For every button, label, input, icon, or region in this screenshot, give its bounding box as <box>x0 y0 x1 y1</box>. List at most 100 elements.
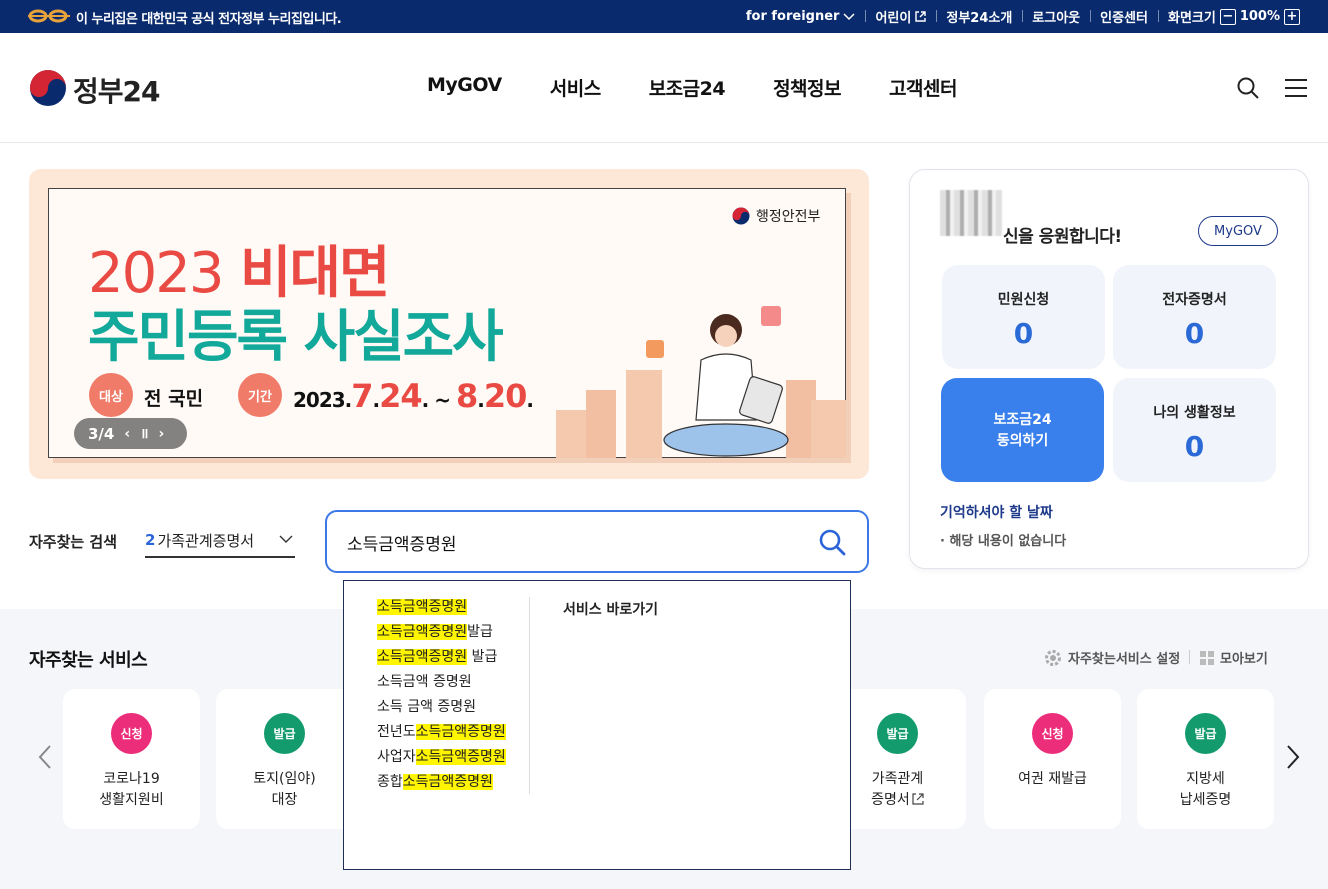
service-card-passport-reissue[interactable]: 신청 여권 재발급 <box>984 689 1121 829</box>
issue-badge: 발급 <box>1185 713 1226 754</box>
period-end-month: 8 <box>455 377 478 415</box>
period-pill: 기간 <box>238 373 282 417</box>
period-sep-2: . <box>477 388 485 412</box>
view-all-label: 모아보기 <box>1220 652 1268 667</box>
suggestion-highlight: 소득금액증명원 <box>377 624 468 640</box>
for-foreigner-link[interactable]: for foreigner <box>736 9 866 24</box>
taegeuk-small-icon <box>732 207 750 225</box>
service-card-local-tax[interactable]: 발급 지방세 납세증명 <box>1137 689 1274 829</box>
period-end-dot: . <box>526 388 534 412</box>
gov-notice-bar: 이 누리집은 대한민국 공식 전자정부 누리집입니다. for foreigne… <box>0 0 1328 33</box>
banner-org-label: 행정안전부 <box>756 209 821 225</box>
cheer-message: 신을 응원합니다! <box>1003 227 1122 247</box>
for-foreigner-label: for foreigner <box>745 9 840 24</box>
nav-services[interactable]: 서비스 <box>526 74 625 101</box>
civil-application-count: 0 <box>1013 317 1034 350</box>
subsidy24-consent-label: 보조금24 동의하기 <box>941 410 1104 452</box>
banner-headline-2: 주민등록 사실조사 <box>88 305 504 370</box>
suggestion-prefix: 소득 금액 증명원 <box>377 699 477 715</box>
nav-subsidy24[interactable]: 보조금24 <box>625 74 749 101</box>
service-name: 여권 재발급 <box>1018 771 1087 787</box>
screen-size-label: 화면크기 <box>1167 11 1216 26</box>
kids-link[interactable]: 어린이 <box>865 7 936 26</box>
services-divider <box>1189 650 1190 664</box>
suggestion-list: 소득금액증명원 소득금액증명원발급 소득금액증명원 발급 소득금액 증명원 소득… <box>377 597 506 797</box>
suggestion-item[interactable]: 소득금액증명원 <box>377 597 506 622</box>
nav-policy-info[interactable]: 정책정보 <box>749 74 865 101</box>
chevron-down-icon <box>279 535 293 543</box>
suggestion-item[interactable]: 사업자소득금액증명원 <box>377 747 506 772</box>
e-certificate-label: 전자증명서 <box>1162 292 1227 308</box>
gear-icon <box>1045 649 1061 666</box>
suggestion-suffix: 발급 <box>467 624 493 640</box>
view-all-button[interactable]: 모아보기 <box>1200 648 1268 667</box>
frequent-search-select[interactable]: 2 가족관계증명서 <box>145 524 295 558</box>
civil-application-tile[interactable]: 민원신청 0 <box>942 265 1105 369</box>
grid-icon <box>1200 650 1214 665</box>
suggestion-prefix: 사업자 <box>377 749 416 765</box>
frequent-search-rank: 2 <box>145 531 156 549</box>
main-nav: MyGOV 서비스 보조금24 정책정보 고객센터 <box>403 74 981 101</box>
apply-badge: 신청 <box>1032 713 1073 754</box>
life-info-count: 0 <box>1184 430 1205 463</box>
search-submit-icon[interactable] <box>818 528 846 556</box>
blurred-username <box>940 190 1002 236</box>
logo-text[interactable]: 정부24 <box>73 70 160 110</box>
external-link-icon <box>912 793 924 805</box>
service-name: 지방세 납세증명 <box>1179 771 1232 808</box>
external-link-icon <box>915 11 927 22</box>
main-search-box <box>325 510 869 573</box>
main-search-input[interactable] <box>347 528 787 556</box>
suggestion-item[interactable]: 소득금액 증명원 <box>377 672 506 697</box>
suggestion-item[interactable]: 전년도소득금액증명원 <box>377 722 506 747</box>
banner-slider-control: 3/4 ‹ ॥ › <box>74 418 187 449</box>
remember-dates-empty: · 해당 내용이 없습니다 <box>940 534 1067 549</box>
service-shortcut-title: 서비스 바로가기 <box>563 602 659 618</box>
remember-dates-title: 기억하셔야 할 날짜 <box>940 505 1053 521</box>
suggestion-highlight: 소득금액증명원 <box>402 774 493 790</box>
suggestion-item[interactable]: 소득금액증명원발급 <box>377 622 506 647</box>
carousel-next-icon[interactable] <box>1283 744 1303 770</box>
suggestion-item[interactable]: 종합소득금액증명원 <box>377 772 506 797</box>
subsidy24-consent-button[interactable]: 보조금24 동의하기 <box>941 378 1104 482</box>
banner-illustration <box>556 306 846 458</box>
mygov-button[interactable]: MyGOV <box>1198 216 1278 246</box>
hamburger-menu-icon[interactable] <box>1285 78 1307 98</box>
e-certificate-tile[interactable]: 전자증명서 0 <box>1113 265 1276 369</box>
period-end-day: 20 <box>483 377 528 415</box>
e-government-logo-icon <box>28 9 70 23</box>
carousel-prev-icon[interactable] <box>35 744 55 770</box>
pause-slide-button[interactable]: ॥ <box>140 424 148 443</box>
cert-center-link[interactable]: 인증센터 <box>1090 7 1158 26</box>
taegeuk-logo-icon[interactable] <box>29 69 67 107</box>
zoom-in-button[interactable]: + <box>1284 8 1300 25</box>
prev-slide-button[interactable]: ‹ <box>124 426 130 442</box>
remember-dates-empty-text: 해당 내용이 없습니다 <box>949 534 1067 549</box>
suggestion-item[interactable]: 소득 금액 증명원 <box>377 697 506 722</box>
suggestion-highlight: 소득금액증명원 <box>377 599 468 615</box>
next-slide-button[interactable]: › <box>159 426 165 442</box>
nav-mygov[interactable]: MyGOV <box>403 74 526 101</box>
nav-customer-center[interactable]: 고객센터 <box>865 74 981 101</box>
service-name: 토지(임야) 대장 <box>253 771 316 808</box>
zoom-out-button[interactable]: − <box>1219 8 1236 25</box>
life-info-tile[interactable]: 나의 생활정보 0 <box>1113 378 1276 482</box>
target-pill: 대상 <box>89 373 133 417</box>
suggestion-highlight: 소득금액증명원 <box>377 649 468 665</box>
about-link[interactable]: 정부24소개 <box>936 7 1022 26</box>
target-value: 전 국민 <box>144 388 204 410</box>
zoom-level: 100% <box>1239 9 1280 24</box>
subsidy24-line1: 보조금24 <box>993 412 1052 428</box>
dropdown-divider <box>529 597 530 794</box>
subsidy24-line2: 동의하기 <box>996 433 1049 449</box>
logout-link[interactable]: 로그아웃 <box>1022 7 1090 26</box>
search-icon[interactable] <box>1237 77 1259 99</box>
frequent-services-settings-button[interactable]: 자주찾는서비스 설정 <box>1044 648 1180 667</box>
service-card-land-register[interactable]: 발급 토지(임야) 대장 <box>216 689 353 829</box>
suggestion-item[interactable]: 소득금액증명원 발급 <box>377 647 506 672</box>
issue-badge: 발급 <box>264 713 305 754</box>
frequent-search-term: 가족관계증명서 <box>157 531 255 550</box>
suggestion-highlight: 소득금액증명원 <box>415 749 506 765</box>
service-card-covid-support[interactable]: 신청 코로나19 생활지원비 <box>63 689 200 829</box>
period-start-month: 7 <box>351 377 373 415</box>
